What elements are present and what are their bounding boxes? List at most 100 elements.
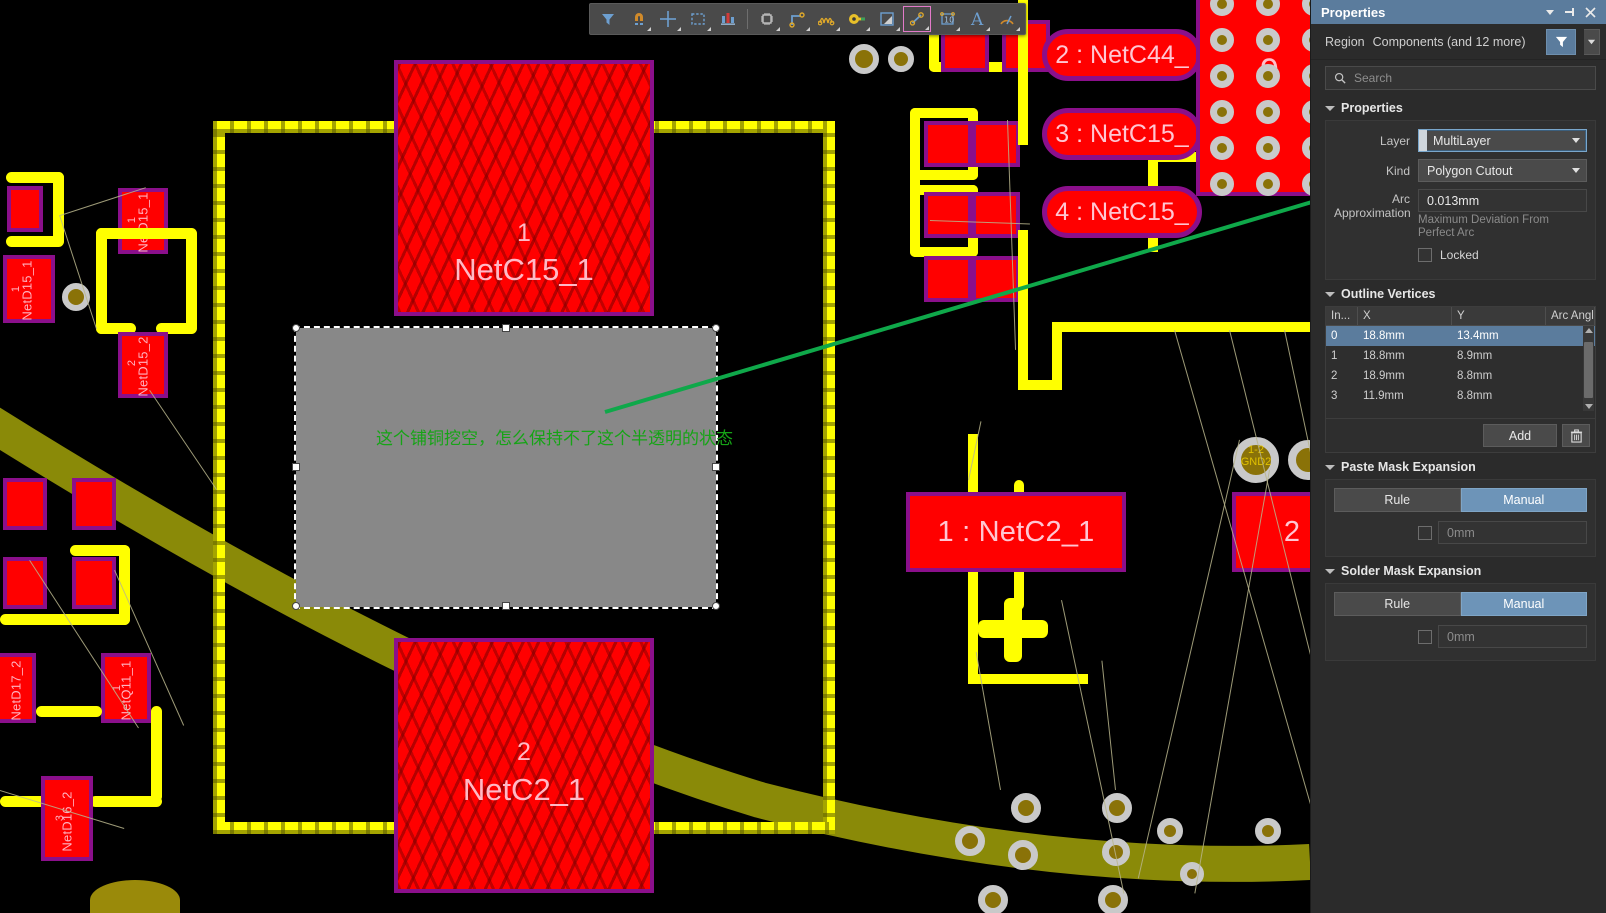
paste-mask-manual-button[interactable]: Manual [1460, 488, 1587, 512]
collapse-triangle-icon[interactable] [1325, 105, 1335, 111]
pad[interactable] [7, 186, 43, 232]
close-icon[interactable] [1580, 2, 1600, 22]
via[interactable] [1210, 0, 1234, 16]
table-row[interactable]: 0 18.8mm 13.4mm [1326, 326, 1595, 346]
pad[interactable] [972, 121, 1020, 167]
solder-mask-rule-button[interactable]: Rule [1334, 592, 1461, 616]
scrollbar-thumb[interactable] [1584, 342, 1593, 398]
search-input-wrapper[interactable] [1325, 66, 1596, 90]
net-pad-rect[interactable]: 1 : NetC2_1 [906, 492, 1126, 572]
outline-vertices-table[interactable]: In... X Y Arc Angl... 0 18.8mm 13.4mm 1 … [1325, 306, 1596, 453]
net-pad-oval[interactable]: 2 : NetC44_ [1042, 29, 1202, 81]
dropdown-caret[interactable] [776, 27, 780, 31]
pad[interactable] [3, 255, 55, 323]
track-segment[interactable] [1052, 322, 1310, 332]
filter-toggle-button[interactable] [1546, 28, 1576, 55]
via[interactable] [1256, 100, 1280, 124]
table-row[interactable]: 3 11.9mm 8.8mm [1326, 386, 1595, 406]
track-segment[interactable] [70, 545, 130, 556]
dropdown-caret[interactable] [836, 27, 840, 31]
dropdown-caret[interactable] [866, 27, 870, 31]
track-segment[interactable] [1018, 230, 1028, 390]
via[interactable] [1180, 862, 1204, 886]
section-header-paste-mask[interactable]: Paste Mask Expansion [1311, 453, 1606, 479]
via[interactable] [1256, 172, 1280, 196]
via[interactable] [1210, 64, 1234, 88]
solder-mask-mode-toggle[interactable]: Rule Manual [1334, 592, 1587, 616]
chevron-down-icon[interactable] [1566, 130, 1586, 151]
layer-dropdown[interactable]: MultiLayer [1418, 129, 1587, 152]
copper-region[interactable]: 2 NetC2_1 [394, 638, 654, 893]
pad[interactable] [118, 332, 168, 398]
marquee-select-icon-button[interactable] [684, 6, 712, 32]
track-segment[interactable] [53, 172, 64, 246]
via[interactable] [1302, 172, 1310, 196]
paste-mask-mode-toggle[interactable]: Rule Manual [1334, 488, 1587, 512]
locked-row[interactable]: Locked [1418, 248, 1587, 262]
selection-handle-tl[interactable] [292, 324, 300, 332]
fill-region-icon-button[interactable] [873, 6, 901, 32]
chevron-down-icon[interactable] [1566, 160, 1586, 181]
selection-handle-tc[interactable] [502, 324, 510, 332]
via[interactable] [1302, 136, 1310, 160]
selection-handle-tr[interactable] [712, 324, 720, 332]
via[interactable] [1011, 793, 1041, 823]
via[interactable] [888, 46, 914, 72]
text-string-icon-button[interactable]: A [963, 6, 991, 32]
track-segment[interactable] [96, 228, 107, 334]
table-row[interactable]: 1 18.8mm 8.9mm [1326, 346, 1595, 366]
dropdown-caret[interactable] [896, 27, 900, 31]
copper-region[interactable]: 1 NetC15_1 [394, 60, 654, 316]
table-scrollbar[interactable] [1583, 326, 1594, 411]
search-input[interactable] [1354, 71, 1587, 85]
table-row[interactable]: 2 18.9mm 8.8mm [1326, 366, 1595, 386]
via[interactable] [1256, 136, 1280, 160]
track-segment[interactable] [968, 674, 1088, 684]
magnet-icon-button[interactable] [624, 6, 652, 32]
pad[interactable] [118, 188, 168, 254]
net-pad-oval[interactable]: 3 : NetC15_ [1042, 108, 1202, 160]
via[interactable] [1256, 28, 1280, 52]
selection-handle-bc[interactable] [502, 602, 510, 610]
dropdown-caret[interactable] [1016, 27, 1020, 31]
via-icon-button[interactable] [903, 6, 931, 32]
track-segment[interactable] [90, 796, 162, 807]
track-segment[interactable] [6, 236, 64, 247]
pad[interactable] [924, 256, 972, 302]
dropdown-caret[interactable] [806, 27, 810, 31]
table-row-empty[interactable] [1326, 406, 1595, 418]
collapse-triangle-icon[interactable] [1325, 464, 1335, 470]
via[interactable] [1302, 0, 1310, 16]
via[interactable] [1302, 64, 1310, 88]
via[interactable] [1256, 64, 1280, 88]
paste-mask-expansion-input[interactable]: 0mm [1438, 521, 1587, 544]
pad-icon-button[interactable] [843, 6, 871, 32]
selection-handle-mr[interactable] [712, 463, 720, 471]
solder-mask-checkbox[interactable] [1418, 629, 1432, 644]
pad[interactable] [3, 478, 47, 530]
chip-icon-button[interactable] [753, 6, 781, 32]
via[interactable] [1210, 100, 1234, 124]
via[interactable] [955, 826, 985, 856]
via[interactable] [1210, 172, 1234, 196]
via[interactable] [1157, 818, 1183, 844]
via[interactable] [1210, 28, 1234, 52]
net-pad-oval[interactable]: 4 : NetC15_ [1042, 186, 1202, 238]
paste-mask-rule-button[interactable]: Rule [1334, 488, 1461, 512]
scroll-down-arrow[interactable] [1585, 404, 1593, 409]
via-gnd[interactable] [1288, 440, 1310, 480]
pad[interactable] [101, 653, 151, 723]
via[interactable] [1008, 840, 1038, 870]
section-header-solder-mask[interactable]: Solder Mask Expansion [1311, 557, 1606, 583]
track-segment[interactable] [186, 228, 197, 334]
via[interactable] [849, 44, 879, 74]
funnel-icon-button[interactable] [594, 6, 622, 32]
track-segment[interactable] [910, 170, 978, 180]
filter-dropdown-button[interactable] [1584, 28, 1600, 55]
dropdown-caret[interactable] [986, 27, 990, 31]
solder-mask-manual-button[interactable]: Manual [1460, 592, 1587, 616]
kind-dropdown[interactable]: Polygon Cutout [1418, 159, 1587, 182]
selection-handle-br[interactable] [712, 602, 720, 610]
copper-pad-via-array[interactable]: 9 [1196, 0, 1310, 196]
pcb-canvas[interactable]: NetD15_1 1 NetD15_1 1 NetD15_2 2 NetD17_… [0, 0, 1310, 913]
